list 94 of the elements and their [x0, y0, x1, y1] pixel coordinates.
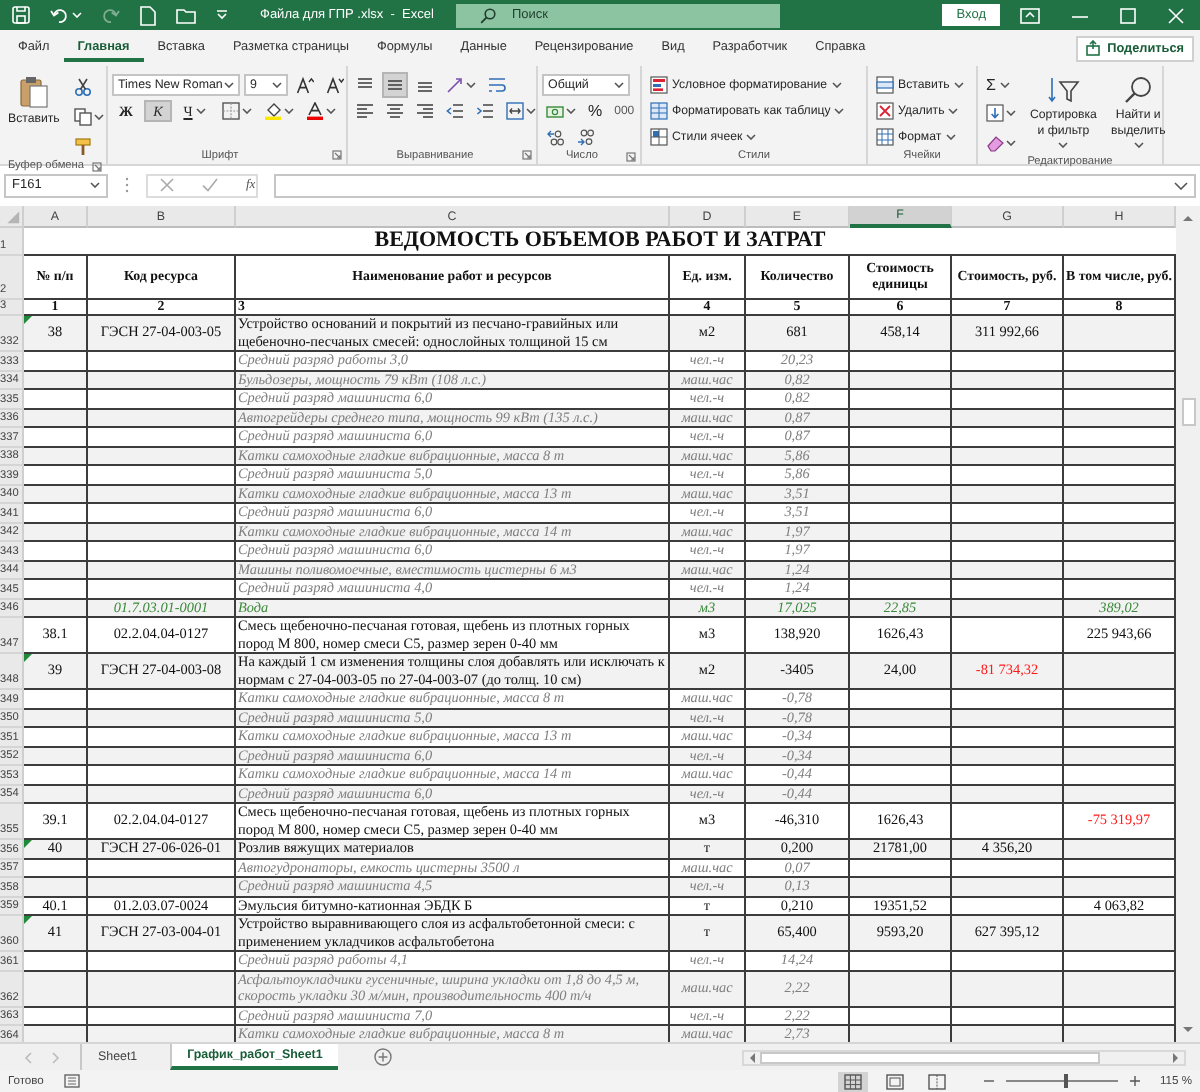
scissors-icon[interactable] [73, 78, 92, 96]
caret-icon [614, 82, 624, 88]
caret-icon [224, 82, 234, 88]
formula-input[interactable] [274, 173, 1196, 197]
delete-cells-icon [876, 102, 894, 120]
clipboard-icon [19, 76, 48, 108]
sort-filter-icon [1047, 76, 1080, 104]
caret-icon [999, 82, 1010, 88]
orientation-icon[interactable] [446, 76, 464, 94]
page-layout-icon [885, 1073, 904, 1089]
redo-icon[interactable] [102, 6, 120, 24]
caret-icon [466, 82, 476, 88]
fill-color-icon[interactable] [264, 102, 282, 120]
slider-thumb[interactable] [1063, 1074, 1068, 1088]
ribbon-display-icon[interactable] [1020, 7, 1040, 23]
font-grow-icon[interactable] [296, 76, 314, 94]
caret-icon [566, 108, 576, 114]
caret-icon [1058, 142, 1069, 148]
caret-icon [948, 108, 959, 114]
macro-record-icon[interactable] [63, 1074, 80, 1088]
caret-icon [953, 82, 964, 88]
fill-down-icon[interactable] [986, 104, 1004, 122]
copy-icon[interactable] [73, 108, 92, 126]
add-sheet-icon[interactable] [374, 1048, 393, 1066]
font-color-icon[interactable] [306, 102, 324, 120]
autosum-button[interactable]: Σ [982, 74, 1020, 96]
wrap-text-icon[interactable] [488, 76, 506, 94]
caret-icon [284, 108, 294, 114]
close-icon[interactable] [1168, 7, 1184, 23]
normal-view-icon [843, 1073, 862, 1089]
dialog-launcher-icon[interactable] [522, 150, 532, 160]
enter-check-icon[interactable] [202, 178, 218, 192]
insert-cells-icon [876, 76, 894, 94]
cancel-icon[interactable] [160, 178, 174, 192]
caret-icon [945, 134, 956, 140]
page-break-icon [927, 1073, 946, 1089]
search-icon [480, 7, 496, 23]
search-icon [1124, 76, 1153, 104]
customize-icon[interactable] [216, 10, 228, 20]
align-left-icon[interactable] [356, 102, 374, 120]
merge-cells-icon[interactable] [506, 102, 524, 120]
scroll-thumb[interactable] [760, 1051, 1100, 1063]
save-icon[interactable] [12, 6, 30, 24]
font-shrink-icon[interactable] [326, 76, 344, 94]
decrease-decimal-icon[interactable] [576, 128, 594, 146]
scroll-left-icon[interactable] [748, 1051, 756, 1063]
conditional-format-icon [650, 76, 668, 94]
new-file-icon[interactable] [140, 5, 156, 25]
caret-icon [90, 182, 100, 188]
caret-icon [746, 134, 757, 140]
view-button[interactable] [837, 1071, 868, 1091]
caret-icon [196, 108, 207, 114]
dialog-launcher-icon[interactable] [626, 151, 636, 161]
caret-icon [326, 108, 336, 114]
percent-button[interactable]: % [584, 100, 607, 122]
currency-icon[interactable] [546, 103, 564, 119]
align-lines-icon[interactable] [416, 76, 434, 94]
increase-decimal-icon[interactable] [546, 128, 564, 146]
scroll-thumb[interactable] [1181, 398, 1195, 426]
format-painter-icon[interactable] [73, 138, 92, 156]
scroll-down-icon[interactable] [1182, 1026, 1194, 1034]
caret-icon [834, 108, 845, 114]
maximize-icon[interactable] [1120, 7, 1136, 23]
undo-icon[interactable] [50, 6, 68, 24]
cell-styles-icon [650, 128, 668, 146]
eraser-icon[interactable] [986, 134, 1004, 152]
caret-icon [831, 82, 842, 88]
caret-icon [1006, 110, 1016, 116]
zoom-out-icon[interactable] [983, 1076, 994, 1086]
scroll-up-icon[interactable] [1182, 214, 1194, 222]
indent-decrease-icon[interactable] [446, 102, 464, 120]
align-lines-icon[interactable] [356, 76, 374, 94]
caret-icon [93, 114, 104, 120]
horizontal-scrollbar[interactable] [742, 1049, 1186, 1065]
caret-icon [1006, 140, 1016, 146]
align-right-icon[interactable] [416, 102, 434, 120]
folder-icon[interactable] [176, 7, 196, 23]
borders-icon[interactable] [222, 102, 240, 120]
dialog-launcher-icon[interactable] [92, 161, 102, 171]
caret-icon [272, 82, 282, 88]
caret-icon [526, 108, 536, 114]
format-cells-icon [876, 128, 894, 146]
dialog-launcher-icon[interactable] [332, 150, 342, 160]
align-lines-icon[interactable] [386, 76, 404, 94]
caret-icon [1133, 142, 1144, 148]
caret-icon [72, 12, 82, 18]
indent-increase-icon[interactable] [476, 102, 494, 120]
caret-icon [242, 108, 252, 114]
align-center-icon[interactable] [386, 102, 404, 120]
format-table-icon [650, 102, 668, 120]
scroll-right-icon[interactable] [1172, 1051, 1180, 1063]
expand-icon[interactable] [1174, 181, 1188, 189]
zoom-in-icon[interactable] [1129, 1076, 1140, 1086]
share-icon [1085, 40, 1102, 56]
